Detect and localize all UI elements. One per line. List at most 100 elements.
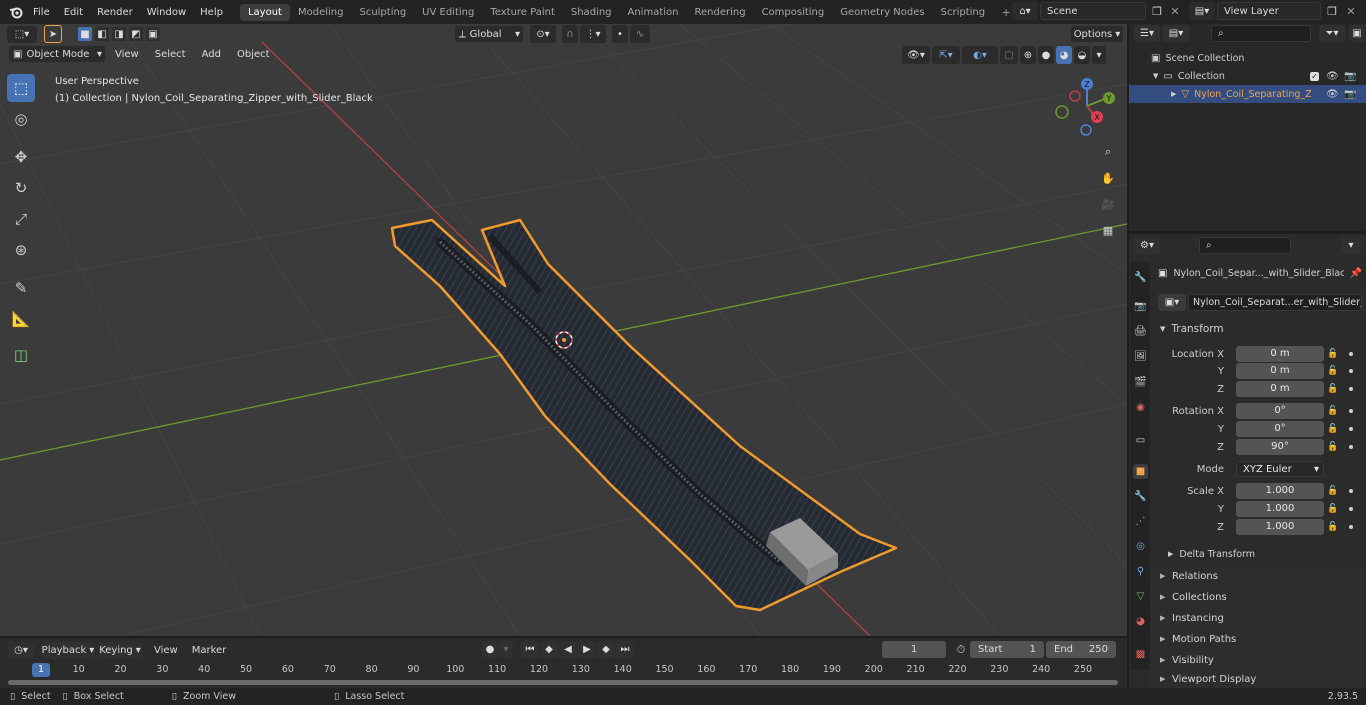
pin-icon[interactable]: 📌 — [1350, 268, 1362, 279]
add-cube-tool[interactable]: ◫ — [7, 341, 35, 369]
pivot-point-icon[interactable]: ⊙▾ — [530, 25, 556, 43]
jump-end-icon[interactable]: ⏭ — [616, 641, 634, 658]
data-tab-icon[interactable]: ▽ — [1133, 589, 1148, 604]
keyframe-dot-icon[interactable] — [1349, 445, 1353, 449]
wireframe-shading-icon[interactable]: ⊕ — [1020, 46, 1036, 64]
rendered-shading-icon[interactable]: ◒ — [1074, 46, 1090, 64]
xray-icon[interactable]: ▢ — [1000, 46, 1018, 64]
panel-motion-paths[interactable]: ▶ Motion Paths — [1150, 629, 1362, 649]
texture-tab-icon[interactable]: ▩ — [1133, 647, 1148, 662]
current-frame-field[interactable]: 1 — [882, 641, 946, 658]
output-tab-icon[interactable]: 🖨 — [1133, 324, 1148, 339]
transform-orientation-dropdown[interactable]: ⟂ Global ▾ — [454, 25, 524, 43]
keyframe-dot-icon[interactable] — [1349, 489, 1353, 493]
keyframe-dot-icon[interactable] — [1349, 387, 1353, 391]
material-tab-icon[interactable]: ◕ — [1133, 614, 1148, 629]
viewport-menu-add[interactable]: Add — [195, 49, 228, 60]
keyframe-dot-icon[interactable] — [1349, 507, 1353, 511]
tab-scripting[interactable]: Scripting — [933, 4, 993, 21]
lock-icon[interactable]: 🔓 — [1327, 522, 1338, 532]
end-frame-field[interactable]: End 250 — [1046, 641, 1116, 658]
options-dropdown[interactable]: Options ▾ — [1070, 25, 1124, 43]
select-box-tool[interactable]: ⬚ — [7, 74, 35, 102]
lock-icon[interactable]: 🔓 — [1327, 366, 1338, 376]
select-extend-icon[interactable]: ◧ — [94, 26, 110, 42]
viewport-menu-object[interactable]: Object — [230, 49, 277, 60]
camera-view-icon[interactable]: 🎥 — [1098, 194, 1118, 214]
tab-animation[interactable]: Animation — [620, 4, 687, 21]
outliner-search-input[interactable]: ⌕ — [1211, 25, 1311, 42]
timeline-scrollbar[interactable] — [8, 680, 1118, 685]
camera-render-icon[interactable]: 📷 — [1344, 89, 1356, 100]
outliner-editor-type-icon[interactable]: ☰▾ — [1134, 25, 1160, 42]
keyframe-dot-icon[interactable] — [1349, 427, 1353, 431]
snap-target-icon[interactable]: ⋮▾ — [580, 25, 606, 43]
viewport-menu-select[interactable]: Select — [148, 49, 193, 60]
cursor-tool[interactable]: ◎ — [7, 105, 35, 133]
scale-y-field[interactable]: 1.000 — [1236, 501, 1324, 517]
constraints-tab-icon[interactable]: ⚲ — [1133, 564, 1148, 579]
annotate-tool[interactable]: ✎ — [7, 274, 35, 302]
play-reverse-icon[interactable]: ◀ — [559, 641, 577, 658]
lock-icon[interactable]: 🔓 — [1327, 442, 1338, 452]
select-invert-icon[interactable]: ◩ — [128, 26, 144, 42]
zoom-icon[interactable]: ⌕ — [1098, 142, 1118, 162]
menu-edit[interactable]: Edit — [57, 7, 90, 18]
eye-icon[interactable]: 👁 — [1326, 71, 1339, 82]
scene-selector[interactable]: Scene — [1040, 2, 1146, 20]
object-browse-icon[interactable]: ▣▾ — [1158, 294, 1186, 311]
properties-options-icon[interactable]: ▾ — [1341, 237, 1361, 254]
lock-icon[interactable]: 🔓 — [1327, 384, 1338, 394]
object-name-field[interactable]: Nylon_Coil_Separ..._with_Slider_Black — [1173, 268, 1343, 279]
tab-layout[interactable]: Layout — [239, 3, 290, 21]
menu-render[interactable]: Render — [90, 7, 140, 18]
pan-hand-icon[interactable]: ✋ — [1098, 168, 1118, 188]
outliner-row-scene-collection[interactable]: ▣ Scene Collection — [1129, 49, 1366, 67]
play-icon[interactable]: ▶ — [578, 641, 596, 658]
timeline-menu-view[interactable]: View — [147, 645, 185, 656]
rotation-z-field[interactable]: 90° — [1236, 439, 1324, 455]
tab-shading[interactable]: Shading — [563, 4, 620, 21]
stopwatch-icon[interactable]: ⏱ — [952, 641, 970, 659]
keyframe-dot-icon[interactable] — [1349, 409, 1353, 413]
location-x-field[interactable]: 0 m — [1236, 346, 1324, 362]
tab-texture-paint[interactable]: Texture Paint — [482, 4, 563, 21]
keying-menu[interactable]: Keying ▾ — [97, 641, 143, 659]
record-icon[interactable]: ● — [482, 641, 498, 658]
filter-icon[interactable]: ⏷▾ — [1319, 25, 1345, 42]
visibility-icon[interactable]: 👁▾ — [902, 46, 930, 64]
3d-viewport[interactable]: ⬚▾ ➤ ■ ◧ ◨ ◩ ▣ ⟂ Global ▾ ⊙▾ ∩ ⋮▾ • ∿ Opti… — [0, 24, 1127, 636]
playback-menu[interactable]: Playback ▾ — [41, 641, 95, 659]
select-mode-buttons[interactable]: ■ ◧ ◨ ◩ ▣ — [77, 26, 161, 42]
select-new-icon[interactable]: ■ — [77, 26, 93, 42]
panel-viewport-display[interactable]: ▶ Viewport Display — [1150, 670, 1362, 688]
rotation-mode-dropdown[interactable]: XYZ Euler ▾ — [1236, 461, 1324, 477]
tab-sculpting[interactable]: Sculpting — [351, 4, 414, 21]
display-mode-icon[interactable]: ▤▾ — [1163, 25, 1189, 42]
select-subtract-icon[interactable]: ◨ — [111, 26, 127, 42]
tab-rendering[interactable]: Rendering — [686, 4, 753, 21]
physics-tab-icon[interactable]: ◎ — [1133, 539, 1148, 554]
scene-type-icon[interactable]: ⌂▾ — [1012, 2, 1038, 20]
menu-window[interactable]: Window — [140, 7, 193, 18]
transform-tool[interactable]: ⊛ — [7, 236, 35, 264]
menu-file[interactable]: File — [26, 7, 57, 18]
camera-render-icon[interactable]: 📷 — [1344, 71, 1356, 82]
jump-start-icon[interactable]: ⏮ — [521, 641, 539, 658]
timeline-ruler[interactable]: 1 10 20 30 40 50 60 70 80 90 100 110 120 130 140 150 16… — [0, 661, 1127, 679]
keyframe-dot-icon[interactable] — [1349, 525, 1353, 529]
measure-tool[interactable]: 📐 — [7, 305, 35, 333]
lock-icon[interactable]: 🔓 — [1327, 349, 1338, 359]
tab-uv-editing[interactable]: UV Editing — [414, 4, 482, 21]
scene-close-icon[interactable]: ✕ — [1166, 2, 1184, 20]
rotation-x-field[interactable]: 0° — [1236, 403, 1324, 419]
location-z-field[interactable]: 0 m — [1236, 381, 1324, 397]
expand-arrow-icon[interactable]: ▶ — [1171, 90, 1176, 98]
move-tool[interactable]: ✥ — [7, 143, 35, 171]
outliner-row-collection[interactable]: ▼ ▭ Collection ✓ 👁 📷 — [1129, 67, 1366, 85]
rotate-tool[interactable]: ↻ — [7, 174, 35, 202]
keyframe-dot-icon[interactable] — [1349, 369, 1353, 373]
blender-logo-icon[interactable] — [6, 3, 26, 21]
eye-icon[interactable]: 👁 — [1326, 89, 1339, 100]
menu-help[interactable]: Help — [193, 7, 230, 18]
